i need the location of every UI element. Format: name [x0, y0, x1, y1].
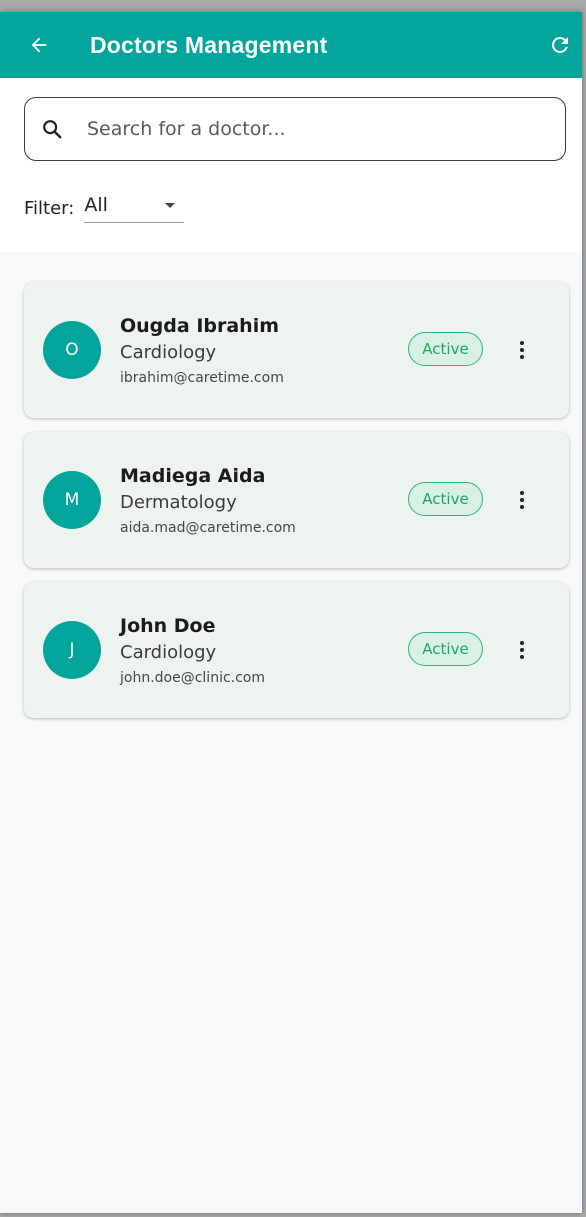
- doctor-specialty: Cardiology: [120, 342, 217, 363]
- filter-dropdown[interactable]: All: [84, 194, 185, 223]
- doctor-card[interactable]: M Madiega Aida Dermatology aida.mad@care…: [24, 432, 569, 568]
- doctor-list: O Ougda Ibrahim Cardiology ibrahim@caret…: [24, 282, 569, 732]
- search-input[interactable]: [85, 117, 529, 141]
- refresh-icon[interactable]: [548, 33, 572, 57]
- doctor-email: ibrahim@caretime.com: [120, 370, 284, 386]
- caret-down-icon: [165, 203, 176, 208]
- filter-row: Filter: All: [24, 194, 185, 223]
- doctor-card[interactable]: J John Doe Cardiology john.doe@clinic.co…: [24, 582, 569, 718]
- doctor-email: aida.mad@caretime.com: [120, 520, 296, 536]
- doctor-email: john.doe@clinic.com: [120, 670, 266, 686]
- doctor-info: Ougda Ibrahim Cardiology ibrahim@caretim…: [120, 314, 284, 386]
- more-vertical-icon[interactable]: [510, 338, 534, 362]
- status-badge: Active: [408, 632, 483, 666]
- filter-label: Filter:: [24, 198, 75, 219]
- status-badge: Active: [408, 482, 483, 516]
- search-filter-panel: Filter: All: [0, 78, 582, 252]
- avatar: M: [43, 471, 101, 529]
- doctor-name: Madiega Aida: [120, 465, 266, 487]
- doctor-card[interactable]: O Ougda Ibrahim Cardiology ibrahim@caret…: [24, 282, 569, 418]
- arrow-left-icon[interactable]: [28, 34, 50, 56]
- more-vertical-icon[interactable]: [510, 638, 534, 662]
- doctor-name: John Doe: [120, 615, 216, 637]
- avatar: O: [43, 321, 101, 379]
- status-badge: Active: [408, 332, 483, 366]
- doctor-info: John Doe Cardiology john.doe@clinic.com: [120, 614, 265, 686]
- doctor-name: Ougda Ibrahim: [120, 315, 280, 337]
- search-box[interactable]: [24, 97, 566, 161]
- avatar: J: [43, 621, 101, 679]
- doctor-specialty: Cardiology: [120, 642, 217, 663]
- filter-selected-value: All: [84, 194, 108, 216]
- doctor-specialty: Dermatology: [120, 492, 237, 513]
- doctor-info: Madiega Aida Dermatology aida.mad@careti…: [120, 464, 296, 536]
- app-bar: Doctors Management: [0, 12, 582, 78]
- more-vertical-icon[interactable]: [510, 488, 534, 512]
- search-icon: [43, 120, 62, 139]
- page-title: Doctors Management: [90, 31, 328, 58]
- app-screen: Doctors Management Filter: All: [0, 12, 582, 1213]
